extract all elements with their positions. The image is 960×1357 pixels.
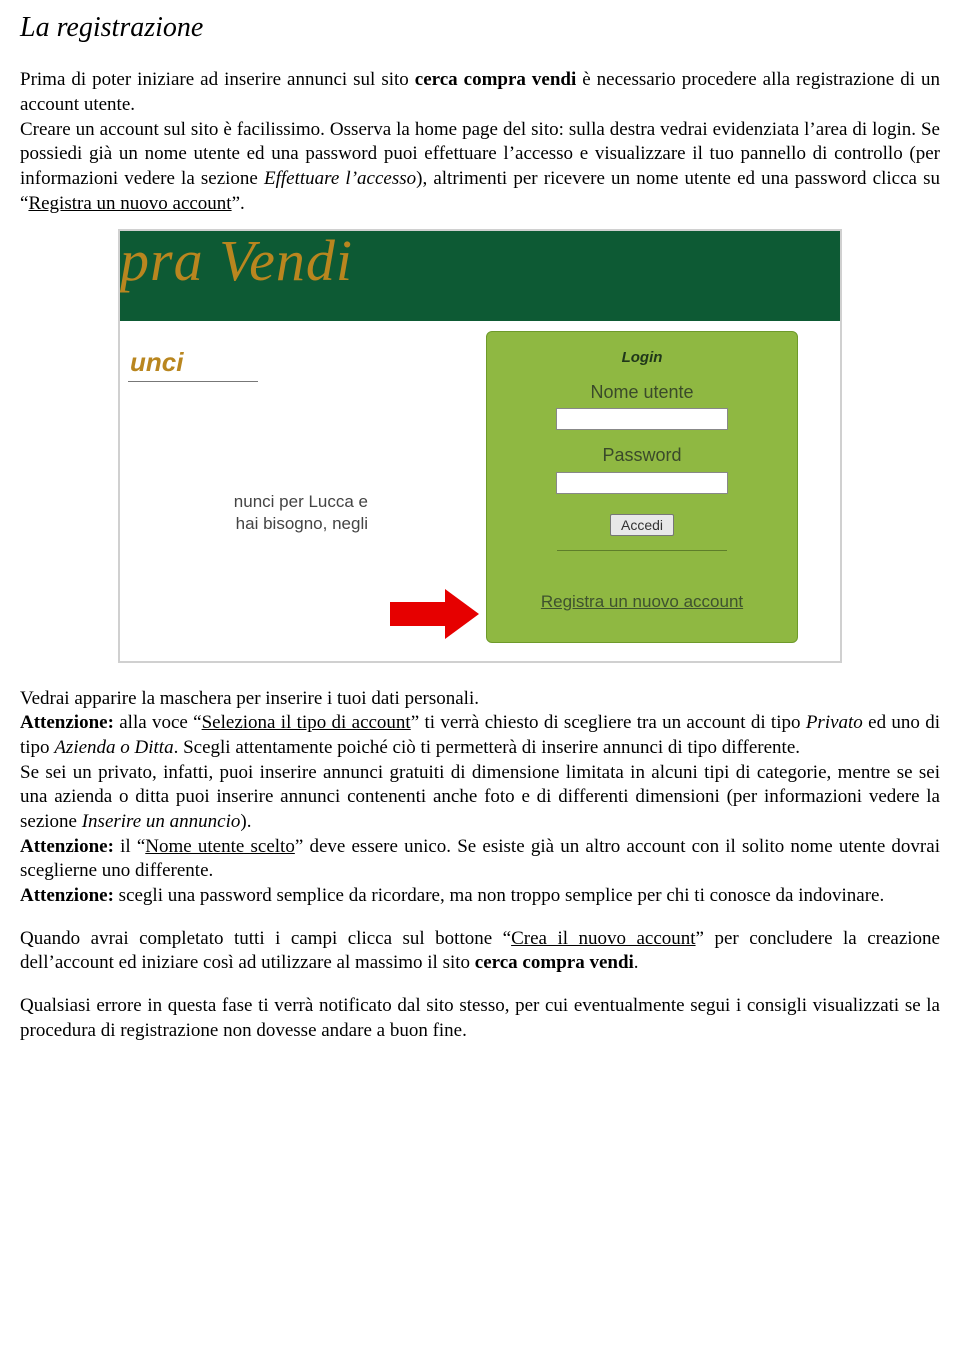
- site-name: cerca compra vendi: [415, 69, 576, 90]
- divider: [128, 381, 258, 382]
- field-name: Nome utente scelto: [145, 836, 295, 857]
- text: Prima di poter iniziare ad inserire annu…: [20, 69, 415, 90]
- right-band: [810, 231, 840, 321]
- attention-label: Attenzione:: [20, 885, 114, 906]
- attention-label: Attenzione:: [20, 836, 114, 857]
- site-name: cerca compra vendi: [475, 952, 634, 973]
- section-ref: Effettuare l’accesso: [264, 168, 416, 189]
- text: Quando avrai completato tutti i campi cl…: [20, 928, 511, 949]
- username-input[interactable]: [556, 408, 728, 430]
- password-label: Password: [487, 444, 797, 467]
- register-link[interactable]: Registra un nuovo account: [487, 591, 797, 613]
- text: ” ti verrà chiesto di scegliere tra un a…: [411, 712, 806, 733]
- text: scegli una password semplice da ricordar…: [114, 885, 884, 906]
- login-button[interactable]: Accedi: [610, 514, 674, 536]
- snippet-line: nunci per Lucca e: [234, 492, 368, 511]
- text: il “: [114, 836, 145, 857]
- text: alla voce “: [114, 712, 202, 733]
- attention-label: Attenzione:: [20, 712, 114, 733]
- text: . Scegli attentamente poiché ciò ti perm…: [174, 737, 800, 758]
- red-arrow-icon: [390, 589, 480, 639]
- link-text: Registra un nuovo account: [28, 193, 231, 214]
- site-logo-fragment: pra Vendi: [120, 229, 353, 298]
- text: ”.: [232, 193, 245, 214]
- option-private: Privato: [806, 712, 863, 733]
- text-snippet: nunci per Lucca e hai bisogno, negli: [128, 491, 368, 535]
- intro-para-2: Creare un account sul sito è facilissimo…: [20, 118, 940, 217]
- section-ref: Inserire un annuncio: [82, 811, 241, 832]
- screenshot-figure: pra Vendi unci nunci per Lucca e hai bis…: [20, 229, 940, 663]
- text: .: [634, 952, 639, 973]
- divider: [557, 550, 727, 551]
- text: ).: [240, 811, 251, 832]
- password-input[interactable]: [556, 472, 728, 494]
- para-create: Quando avrai completato tutti i campi cl…: [20, 927, 940, 976]
- snippet-line: hai bisogno, negli: [236, 514, 368, 533]
- login-box: Login Nome utente Password Accedi Regist…: [486, 331, 798, 643]
- para-attention-1: Attenzione: alla voce “Seleziona il tipo…: [20, 711, 940, 760]
- para-errors: Qualsiasi errore in questa fase ti verrà…: [20, 994, 940, 1043]
- login-heading: Login: [487, 348, 797, 368]
- intro-para-1: Prima di poter iniziare ad inserire annu…: [20, 68, 940, 117]
- word-fragment: unci: [130, 346, 183, 380]
- screenshot: pra Vendi unci nunci per Lucca e hai bis…: [118, 229, 842, 663]
- username-label: Nome utente: [487, 381, 797, 404]
- para-mask: Vedrai apparire la maschera per inserire…: [20, 687, 940, 712]
- para-attention-2: Attenzione: il “Nome utente scelto” deve…: [20, 835, 940, 884]
- button-name: Crea il nuovo account: [511, 928, 695, 949]
- field-name: Seleziona il tipo di account: [202, 712, 411, 733]
- para-attention-3: Attenzione: scegli una password semplice…: [20, 884, 940, 909]
- para-private-info: Se sei un privato, infatti, puoi inserir…: [20, 761, 940, 835]
- page-title: La registrazione: [20, 10, 940, 46]
- option-company: Azienda o Ditta: [54, 737, 173, 758]
